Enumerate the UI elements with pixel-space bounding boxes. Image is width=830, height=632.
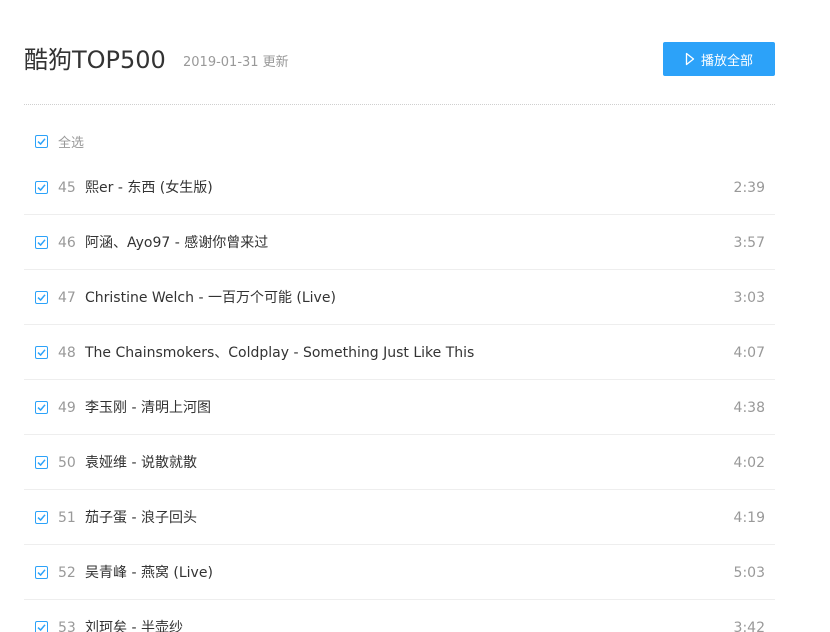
song-row[interactable]: 51 茄子蛋 - 浪子回头 4:19 [24,490,775,545]
song-title[interactable]: Christine Welch - 一百万个可能 (Live) [85,288,336,308]
play-icon [685,52,695,66]
checkmark-icon [37,459,46,467]
song-row[interactable]: 47 Christine Welch - 一百万个可能 (Live) 3:03 [24,270,775,325]
song-checkbox[interactable] [35,236,48,249]
song-duration: 2:39 [733,180,765,196]
song-checkbox[interactable] [35,456,48,469]
song-checkbox[interactable] [35,511,48,524]
song-title[interactable]: 李玉刚 - 清明上河图 [85,398,211,418]
select-all-label: 全选 [58,135,85,151]
song-duration: 4:02 [733,455,765,471]
song-duration: 5:03 [733,565,765,581]
song-title[interactable]: The Chainsmokers、Coldplay - Something Ju… [85,343,474,363]
play-all-button[interactable]: 播放全部 [663,42,775,76]
checkmark-icon [37,239,46,247]
song-checkbox[interactable] [35,181,48,194]
song-title[interactable]: 阿涵、Ayo97 - 感谢你曾来过 [85,233,268,253]
song-title[interactable]: 吴青峰 - 燕窝 (Live) [85,563,213,583]
page: 酷狗TOP500 2019-01-31 更新 播放全部 全选 45 熙er - 东… [0,0,830,632]
song-duration: 3:03 [733,290,765,306]
select-all-checkbox[interactable] [35,134,48,148]
header: 酷狗TOP500 2019-01-31 更新 播放全部 [24,30,775,104]
header-divider [24,104,775,105]
page-title: 酷狗TOP500 [24,46,166,74]
song-row[interactable]: 49 李玉刚 - 清明上河图 4:38 [24,380,775,435]
update-date: 2019-01-31 更新 [183,55,289,70]
song-title[interactable]: 袁娅维 - 说散就散 [85,453,197,473]
play-all-label: 播放全部 [700,53,753,69]
song-checkbox[interactable] [35,566,48,579]
checkmark-icon [37,404,46,412]
song-number: 47 [58,290,76,306]
song-number: 53 [58,620,76,632]
song-row[interactable]: 45 熙er - 东西 (女生版) 2:39 [24,160,775,215]
checkmark-icon [37,624,46,632]
song-checkbox[interactable] [35,401,48,414]
song-row[interactable]: 50 袁娅维 - 说散就散 4:02 [24,435,775,490]
checkmark-icon [37,294,46,302]
song-checkbox[interactable] [35,291,48,304]
song-row[interactable]: 46 阿涵、Ayo97 - 感谢你曾来过 3:57 [24,215,775,270]
song-checkbox[interactable] [35,621,48,632]
song-number: 51 [58,510,76,526]
checkmark-icon [37,137,46,145]
song-duration: 3:42 [733,620,765,632]
song-duration: 4:19 [733,510,765,526]
song-title[interactable]: 刘珂矣 - 半壶纱 [85,618,183,632]
song-list: 45 熙er - 东西 (女生版) 2:39 46 阿涵、Ayo97 - 感谢你曾来过 3… [24,160,775,632]
song-row[interactable]: 48 The Chainsmokers、Coldplay - Something … [24,325,775,380]
song-checkbox[interactable] [35,346,48,359]
song-number: 52 [58,565,76,581]
checkmark-icon [37,349,46,357]
song-number: 46 [58,235,76,251]
song-number: 49 [58,400,76,416]
song-number: 45 [58,180,76,196]
song-title[interactable]: 茄子蛋 - 浪子回头 [85,508,197,528]
checkmark-icon [37,569,46,577]
select-all[interactable]: 全选 [35,131,84,151]
checkmark-icon [37,184,46,192]
song-duration: 4:38 [733,400,765,416]
song-duration: 3:57 [733,235,765,251]
song-row[interactable]: 52 吴青峰 - 燕窝 (Live) 5:03 [24,545,775,600]
song-row[interactable]: 53 刘珂矣 - 半壶纱 3:42 [24,600,775,632]
song-duration: 4:07 [733,345,765,361]
song-number: 50 [58,455,76,471]
song-number: 48 [58,345,76,361]
checkmark-icon [37,514,46,522]
song-title[interactable]: 熙er - 东西 (女生版) [85,178,213,198]
